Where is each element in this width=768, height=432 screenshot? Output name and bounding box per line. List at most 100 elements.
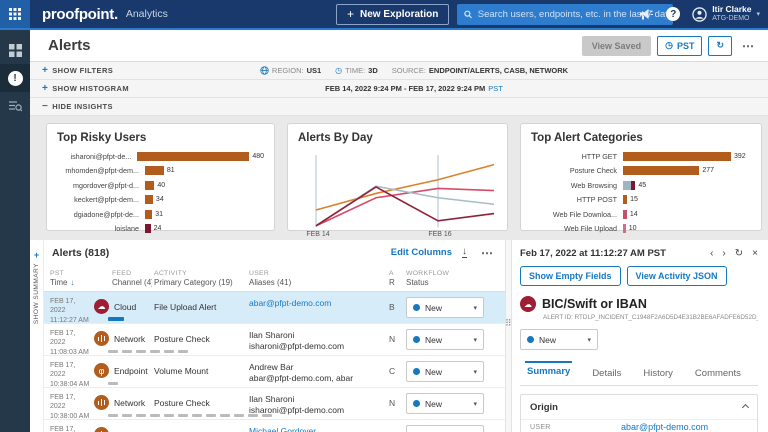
bar-track xyxy=(145,210,152,219)
prev-alert-icon[interactable]: ‹ xyxy=(710,248,713,259)
bar-row: keckert@pfpt-dem...34 xyxy=(57,193,264,208)
workflow-cell: New▾ xyxy=(402,292,505,323)
tab-summary[interactable]: Summary xyxy=(525,361,572,385)
bar-category-label: Web Browsing xyxy=(531,181,623,190)
column-header-activity[interactable]: ACTIVITYPrimary Category (19) xyxy=(152,265,244,291)
brand-logo: proofpoint. xyxy=(42,6,118,23)
show-filters-toggle[interactable]: + SHOW FILTERS xyxy=(42,66,113,76)
sort-down-icon[interactable]: ↓ xyxy=(70,278,74,287)
user-name-text: Ilan Sharoni xyxy=(249,394,389,405)
tab-history[interactable]: History xyxy=(641,361,675,385)
show-histogram-toggle[interactable]: + SHOW HISTOGRAM xyxy=(42,84,129,94)
user-cell: Ilan Sharoniisharoni@pfpt-demo.com xyxy=(244,324,389,355)
truncated-cell: N xyxy=(389,324,402,355)
search-input[interactable] xyxy=(478,9,667,20)
show-summary-toggle[interactable]: + SHOW SUMMARY xyxy=(30,240,44,432)
column-header-feed[interactable]: FEEDChannel (4) xyxy=(92,265,152,291)
status-dropdown[interactable]: New▾ xyxy=(406,329,484,350)
bar-row: HTTP POST15 xyxy=(531,193,751,208)
plus-icon: + xyxy=(42,84,48,94)
bar-value-label: 10 xyxy=(629,225,637,232)
origin-collapse-header[interactable]: Origin xyxy=(521,395,757,420)
table-row[interactable]: FEB 17, 202210:38:00 AMNetworkPosture Ch… xyxy=(44,388,505,420)
download-icon[interactable]: ↓ xyxy=(462,247,467,258)
cloud-alert-icon: ☁ xyxy=(520,296,536,312)
bar-row: Web File Downloa...14 xyxy=(531,207,751,222)
bar-value-label: 14 xyxy=(630,211,638,218)
view-saved-button[interactable]: View Saved xyxy=(582,36,651,56)
table-row[interactable]: FEB 17, 2022 Michael Gordover New▾ xyxy=(44,420,505,432)
timezone-button[interactable]: ◷ PST xyxy=(657,36,702,56)
user-cell: Michael Gordover xyxy=(244,420,389,432)
new-exploration-button[interactable]: + New Exploration xyxy=(336,4,449,25)
blue-dash xyxy=(108,317,124,321)
tab-comments[interactable]: Comments xyxy=(693,361,743,385)
row-date: FEB 17, 2022 xyxy=(50,425,92,432)
sidebar-item-dashboard[interactable] xyxy=(0,36,30,64)
show-empty-fields-button[interactable]: Show Empty Fields xyxy=(520,266,621,286)
status-dropdown[interactable]: New▾ xyxy=(406,297,484,318)
announcements-icon[interactable] xyxy=(640,8,654,21)
table-row[interactable]: FEB 17, 202211:12:27 AM☁CloudFile Upload… xyxy=(44,292,505,324)
status-dropdown[interactable]: New▾ xyxy=(406,425,484,432)
status-dropdown[interactable]: New▾ xyxy=(406,361,484,382)
bar-row: Posture Check277 xyxy=(531,164,751,179)
origin-user-link[interactable]: abar@pfpt-demo.com xyxy=(621,422,708,432)
table-more-options-icon[interactable]: ⋯ xyxy=(477,246,497,260)
column-header-workflow[interactable]: WORKFLOWStatus xyxy=(402,265,505,291)
column-header-bottom: Time↓ xyxy=(50,278,92,287)
plus-icon: + xyxy=(347,7,354,21)
hide-insights-toggle[interactable]: − HIDE INSIGHTS xyxy=(42,102,113,112)
cloud-icon: ☁ xyxy=(94,299,109,314)
close-icon[interactable]: × xyxy=(752,248,758,259)
column-header-label: Primary Category (19) xyxy=(154,278,233,287)
panel-splitter[interactable]: ⠿ xyxy=(505,240,512,432)
page-header: Alerts View Saved ◷ PST ↻ ⋯ xyxy=(30,30,768,62)
sidebar-item-explorations[interactable] xyxy=(0,92,30,120)
app-grid-button[interactable] xyxy=(0,0,30,28)
bar-row: isharoni@pfpt-de...480 xyxy=(57,149,264,164)
grey-dash xyxy=(220,414,230,417)
column-header-pst[interactable]: PSTTime↓ xyxy=(44,265,92,291)
activity-cell: File Upload Alert xyxy=(152,292,244,323)
table-row[interactable]: FEB 17, 202211:08:03 AMNetworkPosture Ch… xyxy=(44,324,505,356)
user-name-text: Ilan Sharoni xyxy=(249,330,389,341)
sidebar-item-alerts[interactable]: ! xyxy=(0,64,30,92)
network-icon xyxy=(94,427,109,432)
edit-columns-button[interactable]: Edit Columns xyxy=(391,247,452,258)
timezone-label: PST xyxy=(488,85,503,93)
column-header-top: USER xyxy=(249,270,389,277)
user-menu[interactable]: Itir Clarke ATG-DEMO ▾ xyxy=(692,5,760,23)
truncated-cell: C xyxy=(389,356,402,387)
detail-status-dropdown[interactable]: New ▾ xyxy=(520,329,598,350)
source-filter[interactable]: SOURCE:ENDPOINT/ALERTS, CASB, NETWORK xyxy=(392,66,568,75)
column-header-user[interactable]: USERAliases (41) xyxy=(244,265,389,291)
user-cell: Andrew Barabar@pfpt-demo.com, abar xyxy=(244,356,389,387)
user-name-link[interactable]: Michael Gordover xyxy=(249,426,389,432)
table-row[interactable]: FEB 17, 202210:38:04 AMφEndpointVolume M… xyxy=(44,356,505,388)
time-filter[interactable]: ◷ TIME:3D xyxy=(335,66,378,75)
column-header-a[interactable]: AR xyxy=(389,265,402,291)
row-date: FEB 17, 2022 xyxy=(50,297,92,316)
drag-handle-icon[interactable]: ⠿ xyxy=(505,318,512,329)
region-filter[interactable]: REGION:US1 xyxy=(260,66,321,75)
user-name: Itir Clarke xyxy=(712,5,751,15)
next-alert-icon[interactable]: › xyxy=(722,248,725,259)
status-dot-icon xyxy=(413,336,420,343)
view-activity-json-button[interactable]: View Activity JSON xyxy=(627,266,727,286)
line-chart-svg: FEB 14FEB 16 xyxy=(298,149,498,237)
status-dropdown[interactable]: New▾ xyxy=(406,393,484,414)
status-dot-icon xyxy=(413,400,420,407)
truncated-cell xyxy=(389,420,402,432)
tab-details[interactable]: Details xyxy=(590,361,623,385)
refresh-button[interactable]: ↻ xyxy=(708,36,732,56)
user-cell: abar@pfpt-demo.com xyxy=(244,292,389,323)
bar-value-label: 34 xyxy=(156,196,164,203)
help-icon[interactable]: ? xyxy=(666,7,680,21)
user-email-link[interactable]: abar@pfpt-demo.com xyxy=(249,298,389,309)
top-risky-users-card: Top Risky Users isharoni@pfpt-de...480mh… xyxy=(46,123,275,231)
dashboard-icon xyxy=(9,44,22,57)
more-options-icon[interactable]: ⋯ xyxy=(738,39,758,53)
refresh-icon[interactable]: ↻ xyxy=(735,248,743,259)
bar-row: Web Browsing45 xyxy=(531,178,751,193)
